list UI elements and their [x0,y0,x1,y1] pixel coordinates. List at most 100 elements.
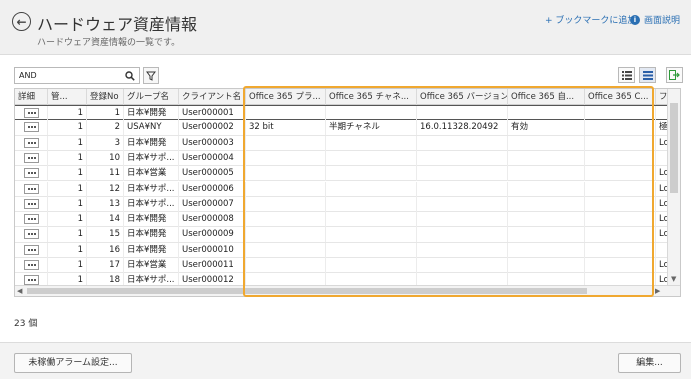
cell-o365-platform [246,150,326,166]
cell-kanri: 1 [48,242,87,258]
table-row[interactable]: 1 11 日本¥営業 User000005 Lo [15,166,670,182]
cell-o365-auto [508,166,585,182]
table-row[interactable]: 1 14 日本¥開発 User000008 Lo [15,212,670,228]
cell-o365-auto [508,135,585,151]
scroll-left-icon[interactable]: ◀ [17,286,22,296]
cell-kanri: 1 [48,212,87,228]
cell-o365-channel [326,135,417,151]
cell-kanri: 1 [48,150,87,166]
row-detail-button[interactable] [24,122,39,133]
column-header-group[interactable]: グループ名 [124,89,179,105]
column-header-client[interactable]: クライアント名 [179,89,246,105]
row-detail-button[interactable] [24,168,39,179]
cell-o365-platform [246,242,326,258]
horizontal-scroll-thumb[interactable] [27,288,587,294]
column-header-o365-auto[interactable]: Office 365 自... [508,89,585,105]
detail-view-button[interactable] [639,67,656,83]
column-header-o365-version[interactable]: Office 365 バージョン [417,89,508,105]
cell-o365-c [585,196,656,212]
cell-o365-channel [326,242,417,258]
cell-client: User000008 [179,212,246,228]
table-icon [642,70,653,80]
cell-o365-version [417,106,508,121]
row-detail-button[interactable] [24,214,39,225]
cell-detail [15,135,48,151]
cell-no: 15 [87,227,124,243]
export-button[interactable] [666,67,683,83]
cell-o365-platform [246,212,326,228]
scroll-down-icon[interactable]: ▼ [671,274,676,284]
scroll-right-icon[interactable]: ▶ [655,286,660,296]
column-header-o365-platform[interactable]: Office 365 プラ... [246,89,326,105]
cell-client: User000009 [179,227,246,243]
search-input[interactable] [15,68,121,83]
cell-o365-channel [326,106,417,121]
cell-kanri: 1 [48,106,87,121]
list-view-button[interactable] [618,67,635,83]
column-header-detail[interactable]: 詳細 [15,89,48,105]
table-row[interactable]: 1 15 日本¥開発 User000009 Lo [15,227,670,243]
table-row[interactable]: 1 13 日本¥サポ... User000007 Lo [15,196,670,213]
column-header-no[interactable]: 登録No [87,89,124,105]
table-row[interactable]: 1 3 日本¥開発 User000003 Lo [15,135,670,151]
back-arrow-icon[interactable]: ← [12,12,31,31]
cell-group: 日本¥サポ... [124,181,179,197]
row-detail-button[interactable] [24,275,39,286]
vertical-scrollbar[interactable]: ▼ [667,89,680,296]
cell-kanri: 1 [48,120,87,136]
cell-o365-auto [508,106,585,121]
page-title: ハードウェア資産情報 [37,15,198,34]
row-detail-button[interactable] [24,183,39,194]
row-detail-button[interactable] [24,229,39,240]
vertical-scroll-thumb[interactable] [670,103,678,193]
cell-o365-c [585,181,656,197]
table-row[interactable]: 1 16 日本¥開発 User000010 [15,242,670,258]
search-icon[interactable] [121,68,139,83]
row-detail-button[interactable] [24,244,39,255]
cell-no: 11 [87,166,124,182]
row-detail-button[interactable] [24,152,39,163]
row-detail-button[interactable] [24,198,39,209]
page-header: ← ハードウェア資産情報 ハードウェア資産情報の一覧です。 + ブックマークに追… [0,0,691,55]
cell-detail [15,106,48,121]
cell-client: User000011 [179,258,246,273]
cell-group: 日本¥営業 [124,166,179,182]
screen-help-link[interactable]: i 画面説明 [630,13,680,26]
row-detail-button[interactable] [24,260,39,270]
cell-o365-channel [326,196,417,212]
list-icon [621,70,632,80]
cell-group: 日本¥開発 [124,135,179,151]
table-row[interactable]: 1 12 日本¥サポ... User000006 Lo [15,181,670,197]
column-header-kanri[interactable]: 管... [48,89,87,105]
cell-client: User000002 [179,120,246,136]
table-row[interactable]: 1 2 USA¥NY User000002 32 bit 半期チャネル 16.0.11328… [15,120,670,136]
cell-o365-c [585,135,656,151]
filter-button[interactable] [143,67,159,84]
table-row[interactable]: 1 10 日本¥サポ... User000004 [15,150,670,167]
cell-detail [15,181,48,197]
cell-o365-auto [508,150,585,166]
cell-detail [15,258,48,273]
cell-group: 日本¥サポ... [124,196,179,212]
cell-o365-version [417,135,508,151]
cell-o365-platform [246,196,326,212]
cell-o365-auto [508,212,585,228]
cell-client: User000006 [179,181,246,197]
table-row[interactable]: 1 17 日本¥営業 User000011 Lo [15,258,670,274]
cell-group: 日本¥サポ... [124,150,179,166]
cell-o365-c [585,106,656,121]
row-detail-button[interactable] [24,137,39,148]
horizontal-scrollbar[interactable]: ◀ ▶ [15,285,680,296]
cell-detail [15,212,48,228]
column-header-o365-channel[interactable]: Office 365 チャネ... [326,89,417,105]
table-row[interactable]: 1 1 日本¥開発 User000001 [15,105,670,121]
row-detail-button[interactable] [24,108,39,118]
cell-detail [15,150,48,166]
cell-o365-version [417,196,508,212]
cell-o365-c [585,166,656,182]
edit-button[interactable]: 編集... [618,353,681,373]
cell-client: User000003 [179,135,246,151]
column-header-o365-c[interactable]: Office 365 C... [585,89,656,105]
inactive-alarm-settings-button[interactable]: 未稼働アラーム設定... [14,353,132,373]
add-bookmark-link[interactable]: + ブックマークに追加 [545,13,636,26]
